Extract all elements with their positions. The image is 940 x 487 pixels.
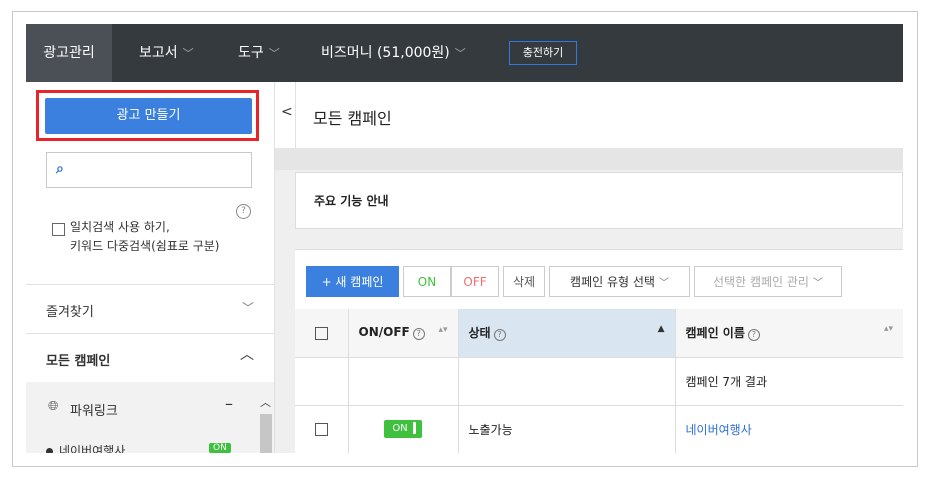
sidebar-item-powerlink[interactable]: 🌐︎ 파워링크 – 네이버여행사 ON	[26, 382, 258, 453]
app-window: 광고관리 보고서 ﹀ 도구 ﹀ 비즈머니 (51,000원) ﹀ 충전하기 광고 만들…	[26, 24, 903, 453]
toggle-knob	[412, 422, 416, 434]
table-row[interactable]: ON 노출가능 네이버여행사	[295, 405, 903, 453]
column-state[interactable]: 상태? ▲	[458, 309, 676, 358]
summary-empty-cell	[458, 357, 676, 406]
exact-search-label: 일치검색 사용 하기, 키워드 다중검색(쉼표로 구분)	[70, 218, 270, 256]
exact-search-line1: 일치검색 사용 하기,	[70, 220, 170, 234]
sort-asc-icon[interactable]: ▲	[658, 324, 665, 334]
campaign-type-label: 캠페인 유형 선택	[570, 275, 655, 289]
powerlink-label: 파워링크	[70, 404, 118, 419]
row-checkbox[interactable]	[314, 423, 328, 436]
off-button[interactable]: OFF	[451, 266, 499, 297]
summary-empty-cell	[295, 357, 349, 406]
column-campaign-name[interactable]: 캠페인 이름? ▴▾	[675, 309, 903, 358]
column-state-label: 상태	[468, 326, 491, 341]
search-icon: ⌕	[56, 161, 64, 177]
globe-icon: 🌐︎	[48, 399, 59, 414]
delete-button[interactable]: 삭제	[503, 266, 545, 297]
row-toggle-cell: ON	[348, 405, 459, 453]
sidebar-item-all-campaigns[interactable]: 모든 캠페인 ︿	[26, 333, 274, 382]
sidebar-item-favorites[interactable]: 즐겨찾기 ﹀	[26, 284, 274, 333]
help-icon[interactable]: ?	[493, 329, 506, 342]
sidebar-campaign-label: 네이버여행사	[59, 444, 126, 453]
chevron-down-icon: ﹀	[812, 278, 823, 289]
campaign-name-link[interactable]: 네이버여행사	[686, 423, 752, 437]
top-navigation: 광고관리 보고서 ﹀ 도구 ﹀ 비즈머니 (51,000원) ﹀ 충전하기	[26, 24, 903, 82]
exact-search-line2: 키워드 다중검색(쉼표로 구분)	[70, 239, 220, 253]
row-state: 노출가능	[458, 405, 676, 453]
chevron-up-icon: ︿	[240, 347, 254, 363]
nav-ad-management[interactable]: 광고관리	[26, 24, 112, 82]
select-all-checkbox[interactable]	[314, 326, 328, 340]
column-onoff[interactable]: ON/OFF? ▴▾	[348, 309, 459, 358]
help-icon[interactable]: ?	[236, 204, 251, 219]
nav-reports-label: 보고서	[139, 45, 178, 61]
column-name-label: 캠페인 이름	[685, 326, 745, 341]
sort-icon[interactable]: ▴▾	[438, 325, 447, 335]
chevron-down-icon: ﹀	[268, 47, 280, 60]
nav-bizmoney-label: 비즈머니 (51,000원)	[321, 45, 450, 61]
charge-button[interactable]: 충전하기	[509, 41, 577, 65]
status-dot-icon	[46, 448, 53, 453]
main-content: < 모든 캠페인 주요 기능 안내 + 새 캠페인 ON OFF 삭제 캠페인 …	[275, 82, 903, 453]
create-ad-button[interactable]: 광고 만들기	[45, 98, 252, 134]
results-count: 캠페인 7개 결과	[675, 357, 903, 406]
row-select-cell	[295, 405, 349, 453]
search-input[interactable]: ⌕	[46, 152, 252, 188]
status-badge: ON	[209, 443, 231, 453]
toggle-label: ON	[392, 423, 408, 434]
chevron-left-icon: <	[281, 104, 293, 120]
chevron-down-icon: ﹀	[454, 47, 466, 60]
on-off-toggle[interactable]: ON	[384, 420, 422, 438]
nav-reports[interactable]: 보고서 ﹀	[139, 24, 194, 82]
help-icon[interactable]: ?	[412, 328, 425, 341]
feature-guide-panel[interactable]: 주요 기능 안내	[295, 172, 903, 229]
manage-selected-label: 선택한 캠페인 관리	[713, 275, 809, 289]
nav-tools-label: 도구	[238, 45, 264, 61]
nav-tools[interactable]: 도구 ﹀	[238, 24, 280, 82]
sidebar-scrollbar[interactable]: ︿	[258, 382, 274, 453]
divider-bar	[275, 148, 903, 170]
sidebar-campaign-item[interactable]: 네이버여행사	[46, 442, 125, 453]
sidebar: 광고 만들기 ⌕ ? 일치검색 사용 하기, 키워드 다중검색(쉼표로 구분) …	[26, 82, 275, 453]
sidebar-collapse-button[interactable]: <	[275, 82, 296, 148]
nav-ad-management-label: 광고관리	[43, 45, 95, 61]
feature-guide-title: 주요 기능 안내	[314, 194, 389, 208]
select-all-cell	[295, 309, 349, 358]
row-campaign-name-cell: 네이버여행사	[675, 405, 903, 453]
exact-search-checkbox[interactable]	[52, 223, 65, 236]
table-summary-row: 캠페인 7개 결과	[295, 357, 903, 406]
table-header-row: ON/OFF? ▴▾ 상태? ▲ 캠페인 이름? ▴▾	[295, 309, 903, 358]
favorites-label: 즐겨찾기	[46, 305, 94, 320]
scrollbar-thumb[interactable]	[260, 414, 272, 453]
help-icon[interactable]: ?	[747, 329, 760, 342]
chevron-down-icon: ﹀	[241, 301, 254, 315]
new-campaign-button[interactable]: + 새 캠페인	[306, 266, 399, 297]
all-campaigns-label: 모든 캠페인	[46, 354, 111, 369]
chevron-down-icon: ﹀	[658, 278, 669, 289]
scroll-up-icon[interactable]: ︿	[260, 394, 271, 410]
chevron-down-icon: ﹀	[182, 47, 194, 60]
campaign-table: ON/OFF? ▴▾ 상태? ▲ 캠페인 이름? ▴▾ 캠페인 7개 결과 ON 노출…	[295, 309, 903, 453]
column-onoff-label: ON/OFF	[358, 325, 410, 340]
nav-bizmoney[interactable]: 비즈머니 (51,000원) ﹀	[321, 24, 466, 82]
collapse-minus-icon[interactable]: –	[225, 394, 233, 413]
campaign-panel: + 새 캠페인 ON OFF 삭제 캠페인 유형 선택 ﹀ 선택한 캠페인 관리 ﹀…	[295, 249, 903, 453]
on-button[interactable]: ON	[403, 266, 451, 297]
campaign-type-select[interactable]: 캠페인 유형 선택 ﹀	[549, 266, 690, 297]
sort-icon[interactable]: ▴▾	[884, 324, 893, 334]
page-title: 모든 캠페인	[313, 109, 392, 128]
manage-selected-select[interactable]: 선택한 캠페인 관리 ﹀	[694, 266, 842, 297]
summary-empty-cell	[348, 357, 459, 406]
